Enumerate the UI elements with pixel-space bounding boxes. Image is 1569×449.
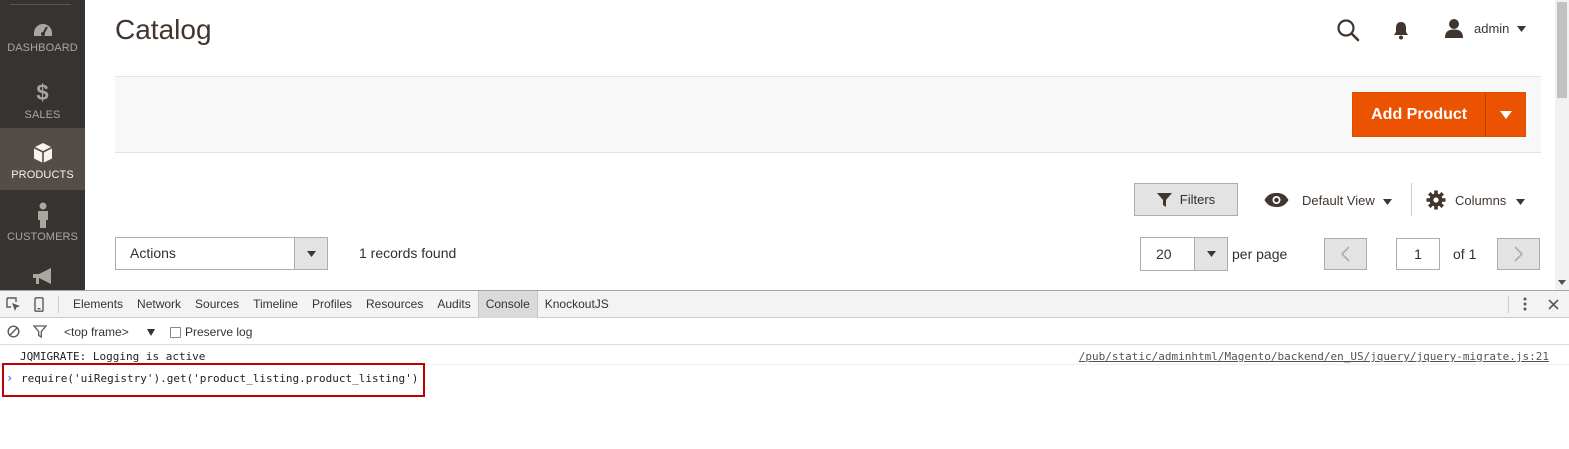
dollar-icon: $ <box>36 80 49 105</box>
chevron-down-icon <box>146 328 155 336</box>
search-icon[interactable] <box>1336 18 1360 42</box>
tab-profiles[interactable]: Profiles <box>305 291 359 318</box>
sidebar-item-label: DASHBOARD <box>7 42 78 54</box>
page-scrollbar[interactable] <box>1555 0 1569 290</box>
sidebar-item-label: PRODUCTS <box>11 169 74 181</box>
per-page-value: 20 <box>1156 246 1172 262</box>
add-product-label[interactable]: Add Product <box>1353 93 1485 136</box>
caret-down-icon <box>1517 19 1527 37</box>
admin-sidebar: DASHBOARD $ SALES PRODUCTS CUSTOMERS <box>0 0 85 290</box>
caret-down-icon <box>1516 193 1526 208</box>
sidebar-item-sales[interactable]: $ SALES <box>0 68 85 130</box>
view-label: Default View <box>1302 192 1375 208</box>
toolbar-divider <box>1508 296 1509 313</box>
toolbar-divider <box>58 296 59 313</box>
chevron-down-icon[interactable] <box>294 238 327 269</box>
tab-console[interactable]: Console <box>477 291 538 318</box>
sidebar-item-marketing[interactable] <box>0 252 85 290</box>
toolbar-divider <box>1411 183 1412 216</box>
chevron-down-icon[interactable] <box>1194 238 1227 270</box>
gear-icon <box>1426 190 1446 210</box>
sidebar-item-dashboard[interactable]: DASHBOARD <box>0 6 85 68</box>
columns-button[interactable]: Columns <box>1426 188 1526 212</box>
sidebar-item-products[interactable]: PRODUCTS <box>0 128 85 190</box>
box-icon <box>0 142 85 164</box>
devtools-panel: Elements Network Sources Timeline Profil… <box>0 290 1569 449</box>
mass-actions-select[interactable]: Actions <box>115 237 328 270</box>
mass-actions-value: Actions <box>130 245 176 261</box>
chevron-right-icon <box>1514 246 1523 262</box>
page-title: Catalog <box>115 14 212 45</box>
console-message: JQMIGRATE: Logging is active /pub/static… <box>0 346 1569 365</box>
console-toolbar: <top frame> Preserve log <box>0 318 1569 345</box>
tab-resources[interactable]: Resources <box>359 291 430 318</box>
tab-knockoutjs[interactable]: KnockoutJS <box>538 291 616 318</box>
scroll-down-arrow-icon[interactable] <box>1558 280 1566 285</box>
device-mode-icon[interactable] <box>31 296 47 312</box>
sidebar-item-customers[interactable]: CUSTOMERS <box>0 190 85 252</box>
preserve-log-checkbox[interactable] <box>170 326 181 338</box>
console-message-source-link[interactable]: /pub/static/adminhtml/Magento/backend/en… <box>1079 350 1549 363</box>
inspect-element-icon[interactable] <box>5 296 21 312</box>
console-input-text[interactable]: require('uiRegistry').get('product_listi… <box>21 372 418 385</box>
tab-sources[interactable]: Sources <box>188 291 246 318</box>
sidebar-divider <box>10 4 71 5</box>
admin-page: DASHBOARD $ SALES PRODUCTS CUSTOMERS Cat… <box>0 0 1569 290</box>
view-selector[interactable]: Default View <box>1264 188 1392 212</box>
filter-icon <box>1156 192 1172 207</box>
current-page-input[interactable] <box>1396 238 1440 270</box>
user-menu[interactable]: admin <box>1444 17 1527 39</box>
tab-network[interactable]: Network <box>130 291 188 318</box>
scrollbar-thumb[interactable] <box>1557 2 1567 98</box>
add-product-button[interactable]: Add Product <box>1352 92 1526 137</box>
megaphone-icon <box>0 266 85 288</box>
next-page-button[interactable] <box>1497 238 1540 270</box>
person-icon <box>0 202 85 228</box>
bell-icon[interactable] <box>1392 20 1410 40</box>
chevron-left-icon <box>1341 246 1350 262</box>
devtools-tab-bar: Elements Network Sources Timeline Profil… <box>0 291 1569 318</box>
records-count: 1 records found <box>359 245 457 261</box>
columns-label: Columns <box>1455 192 1507 208</box>
filters-label: Filters <box>1179 192 1216 207</box>
frame-label: <top frame> <box>64 325 129 339</box>
preserve-log-option[interactable]: Preserve log <box>170 324 252 340</box>
caret-down-icon <box>1382 193 1392 208</box>
sidebar-item-label: SALES <box>24 109 61 121</box>
clear-console-icon[interactable] <box>5 323 21 339</box>
sidebar-item-label: CUSTOMERS <box>7 231 78 243</box>
devtools-tabs: Elements Network Sources Timeline Profil… <box>66 291 616 318</box>
per-page-label: per page <box>1232 246 1288 262</box>
per-page-select[interactable]: 20 <box>1140 237 1228 271</box>
previous-page-button[interactable] <box>1324 238 1367 270</box>
tab-timeline[interactable]: Timeline <box>246 291 305 318</box>
page-actions-bar <box>115 76 1541 153</box>
tab-elements[interactable]: Elements <box>66 291 130 318</box>
user-name: admin <box>1474 20 1510 36</box>
user-icon <box>1444 18 1464 38</box>
page-total: of 1 <box>1453 246 1477 262</box>
tab-audits[interactable]: Audits <box>430 291 477 318</box>
preserve-log-label: Preserve log <box>185 325 253 339</box>
eye-icon <box>1264 193 1289 207</box>
frame-selector[interactable]: <top frame> <box>64 324 155 340</box>
add-product-dropdown-toggle[interactable] <box>1485 93 1525 136</box>
prompt-chevron-icon: › <box>6 371 14 385</box>
filters-button[interactable]: Filters <box>1134 183 1238 216</box>
more-options-icon[interactable] <box>1517 296 1533 312</box>
console-prompt[interactable]: › require('uiRegistry').get('product_lis… <box>0 365 1569 395</box>
console-message-text: JQMIGRATE: Logging is active <box>20 350 206 363</box>
dashboard-icon <box>0 20 85 42</box>
filter-icon[interactable] <box>32 323 48 339</box>
close-icon[interactable] <box>1545 296 1561 312</box>
